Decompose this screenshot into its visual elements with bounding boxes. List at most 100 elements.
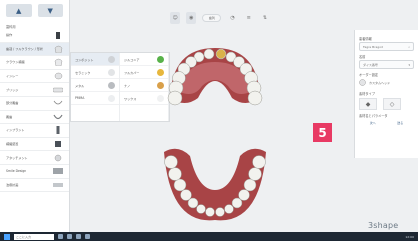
restoration-label: ブリッジ — [6, 87, 19, 92]
restoration-row[interactable]: Smile Design — [0, 165, 69, 179]
start-button[interactable] — [4, 233, 10, 240]
palette-icon: ◉ — [189, 15, 194, 21]
die-number-field[interactable]: ダイス番号 ▾ — [359, 60, 414, 69]
upper-jaw — [167, 48, 263, 106]
attachment-icon — [53, 153, 63, 162]
patient-name-value: Fagre Bragod — [363, 44, 383, 49]
restoration-row[interactable]: インレー — [0, 70, 69, 84]
layers-button[interactable]: ≡ — [244, 12, 254, 24]
view-mode-label: 歯列 — [208, 16, 215, 20]
left-panel-toolbar: ▲ ▼ — [0, 0, 69, 22]
restoration-label: Smile Design — [6, 169, 27, 174]
material-item[interactable]: セラミック — [71, 66, 119, 79]
restoration-label: クラウン補綴 — [6, 60, 25, 65]
material-item[interactable]: コンポジット — [71, 53, 119, 66]
restoration-label: 治療計画 — [6, 182, 19, 187]
smile-icon — [53, 167, 63, 176]
restoration-row[interactable]: 歯冠 / フルクラウン / 形状 — [0, 42, 69, 57]
taskbar-app-icon[interactable] — [67, 234, 72, 239]
patient-section-title: 患者情報 — [359, 37, 372, 41]
lower-jaw — [164, 148, 266, 221]
restoration-row[interactable]: 治療計画 — [0, 179, 69, 193]
prosthesis-icon — [53, 140, 63, 149]
denture-icon — [53, 112, 63, 121]
bridge-icon — [53, 85, 63, 94]
restoration-label: 操作 — [6, 33, 13, 38]
restoration-row[interactable]: インプラント — [0, 124, 69, 138]
measure-button[interactable]: ◔ — [227, 12, 237, 24]
material-item[interactable]: メタル — [71, 79, 119, 92]
jaw-icon: ☺ — [172, 15, 178, 21]
material-item[interactable]: PMMA — [71, 92, 119, 105]
material-swatch-icon — [108, 68, 115, 76]
restoration-row[interactable]: クラウン補綴 — [0, 56, 69, 70]
material-label: セラミック — [75, 70, 91, 75]
partial-icon — [53, 99, 63, 108]
right-panel-actions: 次へ 送る — [359, 121, 414, 125]
material-label: メタル — [75, 83, 85, 88]
taskbar-clock: 12:00 — [405, 234, 414, 239]
arrow-up-icon: ▲ — [16, 6, 22, 15]
custom-head-tile[interactable]: カスタムヘッド — [359, 78, 414, 88]
taskbar-search-placeholder: ここに入力 — [16, 234, 32, 239]
die-number-value: ダイス番号 — [363, 62, 378, 67]
name-section-title: 名前 — [359, 55, 366, 59]
restoration-label: インレー — [6, 74, 19, 79]
restoration-label: アタッチメント — [6, 155, 28, 160]
material-label: PMMA — [75, 96, 85, 100]
brand-logo: 3shape — [368, 221, 398, 230]
taskbar-app-icon[interactable] — [58, 234, 63, 239]
inlay-icon — [53, 72, 63, 81]
material-label: ナノ — [124, 83, 131, 88]
implant-icon — [53, 126, 63, 135]
search-icon: ⌕ — [408, 44, 410, 49]
material-column: コンポジット セラミック メタル PMMA — [71, 53, 120, 121]
material-thumb[interactable]: ◇ — [383, 98, 401, 110]
order-section-title: オーダー設定 — [359, 73, 379, 77]
material-swatch-icon — [108, 94, 115, 102]
patient-name-field[interactable]: Fagre Bragod ⌕ — [359, 42, 414, 51]
restoration-row[interactable]: 部分義歯 — [0, 97, 69, 111]
restoration-label: 歯冠 / フルクラウン / 形状 — [6, 46, 43, 51]
next-button[interactable]: 次へ — [370, 121, 376, 125]
restoration-row[interactable]: 操作 — [0, 29, 69, 43]
section-button[interactable]: ⇅ — [260, 12, 270, 24]
taskbar-app-icon[interactable] — [85, 234, 90, 239]
custom-head-label: カスタムヘッド — [369, 81, 391, 85]
tooth-icon — [53, 31, 63, 40]
taskbar: ここに入力 12:00 — [0, 232, 418, 241]
material-params-title: 素材名とパラメータ — [359, 114, 388, 118]
jaw-model-viewport[interactable] — [140, 40, 290, 225]
restoration-label: 補綴装置 — [6, 142, 19, 147]
chevron-down-icon: ▾ — [408, 62, 410, 67]
left-panel: ▲ ▼ 歯科用 操作 歯冠 / フルクラウン / 形状 クラウン補綴 インレー … — [0, 0, 70, 232]
crown-icon: ◇ — [389, 100, 395, 108]
home-button[interactable]: ▲ — [6, 4, 32, 17]
restoration-label: 部分義歯 — [6, 101, 19, 106]
crown-icon: ◆ — [365, 100, 371, 108]
settings-button[interactable]: ▼ — [37, 4, 63, 17]
material-label: ワックス — [124, 96, 137, 101]
restoration-row[interactable]: 補綴装置 — [0, 138, 69, 152]
material-thumb[interactable]: ◆ — [359, 98, 377, 110]
layers-icon: ≡ — [246, 15, 251, 21]
restoration-row[interactable]: 義歯 — [0, 111, 69, 125]
view-mode-pill[interactable]: 歯列 — [202, 14, 222, 22]
color-view-button[interactable]: ◉ — [186, 12, 197, 24]
jaw-view-button[interactable]: ☺ — [170, 12, 181, 24]
material-swatch-icon — [108, 81, 115, 89]
plan-icon — [53, 180, 63, 189]
right-panel: 患者情報 Fagre Bragod ⌕ 名前 ダイス番号 ▾ オーダー設定 カス… — [354, 30, 418, 158]
view-toolbar: ☺ ◉ 歯列 ◔ ≡ ⇅ — [170, 11, 270, 25]
section-icon: ⇅ — [262, 15, 268, 21]
send-button[interactable]: 送る — [397, 121, 403, 125]
material-swatch-icon — [108, 55, 115, 63]
material-label: ジルコニア — [124, 57, 140, 62]
restoration-row[interactable]: ブリッジ — [0, 83, 69, 97]
step-badge: 5 — [313, 123, 332, 142]
restoration-row[interactable]: アタッチメント — [0, 151, 69, 165]
crown-icon — [53, 58, 63, 67]
material-type-title: 素材タイプ — [359, 92, 375, 96]
taskbar-search-input[interactable]: ここに入力 — [14, 233, 54, 240]
taskbar-app-icon[interactable] — [76, 234, 81, 239]
